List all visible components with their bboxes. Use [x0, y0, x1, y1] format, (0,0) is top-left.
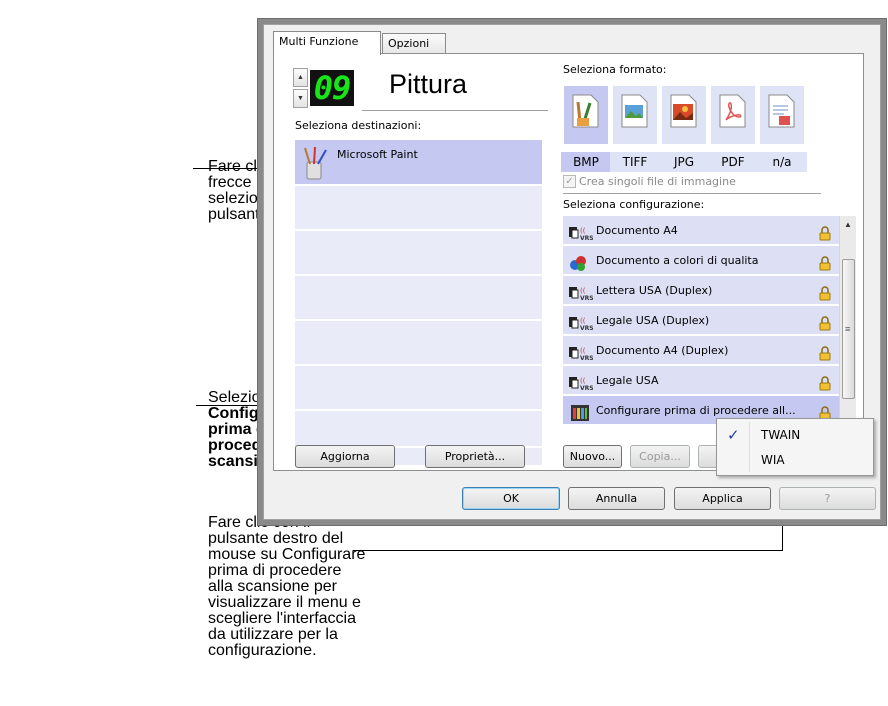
- callout-rightclick: Fare clic con il pulsante destro del mou…: [208, 514, 366, 659]
- svg-text:VRS: VRS: [580, 325, 593, 331]
- format-label-na: n/a: [757, 152, 807, 172]
- spin-up-icon[interactable]: ▲: [293, 68, 308, 87]
- button-number-display: 09: [310, 70, 354, 106]
- format-na[interactable]: [760, 86, 804, 144]
- lock-icon: [819, 403, 831, 421]
- cancel-button[interactable]: Annulla: [568, 487, 665, 510]
- spin-down-icon[interactable]: ▼: [293, 89, 308, 108]
- list-item[interactable]: Microsoft Paint: [295, 140, 542, 186]
- format-label-jpg: JPG: [659, 152, 709, 172]
- scroll-thumb[interactable]: ≡: [842, 259, 855, 399]
- refresh-button[interactable]: Aggiorna: [295, 445, 395, 468]
- list-item[interactable]: Documento a colori di qualita: [563, 246, 839, 275]
- grip-icon: ≡: [845, 324, 851, 334]
- interface-context-menu: ✓ TWAIN WIA: [716, 418, 874, 476]
- list-item[interactable]: ((VRS Documento A4 (Duplex): [563, 336, 839, 365]
- format-separator: [563, 193, 821, 194]
- svg-text:VRS: VRS: [580, 355, 593, 361]
- properties-button[interactable]: Proprietà...: [425, 445, 525, 468]
- new-button[interactable]: Nuovo...: [563, 445, 622, 468]
- paint-icon: [301, 146, 329, 180]
- tab-multi-funzione[interactable]: Multi Funzione: [273, 31, 381, 55]
- format-label-pdf: PDF: [708, 152, 758, 172]
- format-label-bmp: BMP: [561, 152, 611, 172]
- format-tiff[interactable]: [613, 86, 657, 144]
- select-destinations-label: Seleziona destinazioni:: [295, 119, 422, 132]
- format-jpg[interactable]: [662, 86, 706, 144]
- list-item[interactable]: ((VRS Documento A4: [563, 216, 839, 245]
- destination-name: Pittura: [389, 69, 468, 99]
- destination-list[interactable]: Microsoft Paint: [295, 140, 542, 465]
- lock-icon: [819, 223, 831, 241]
- bmp-icon: [570, 94, 600, 128]
- lock-icon: [819, 253, 831, 271]
- format-pdf[interactable]: [711, 86, 755, 144]
- destination-label: Microsoft Paint: [337, 148, 418, 161]
- list-item[interactable]: ((VRS Legale USA: [563, 366, 839, 395]
- leader-line-rightclick-h: [353, 550, 783, 551]
- tab-opzioni[interactable]: Opzioni: [382, 33, 446, 55]
- button-spinner[interactable]: ▲ ▼: [293, 68, 308, 108]
- list-item[interactable]: [295, 278, 542, 321]
- select-config-label: Seleziona configurazione:: [563, 198, 705, 211]
- list-item[interactable]: [295, 323, 542, 366]
- list-item[interactable]: [295, 368, 542, 411]
- ok-button[interactable]: OK: [462, 487, 560, 510]
- lock-icon: [819, 313, 831, 331]
- list-item[interactable]: ((VRS Lettera USA (Duplex): [563, 276, 839, 305]
- pdf-icon: [717, 94, 747, 128]
- jpg-icon: [668, 94, 698, 128]
- svg-text:VRS: VRS: [580, 385, 593, 391]
- list-item[interactable]: [295, 413, 542, 448]
- configuration-list[interactable]: ((VRS Documento A4 Documento a colori di…: [563, 216, 839, 442]
- tab-panel: ▲ ▼ 09 Pittura Seleziona destinazioni: M…: [273, 53, 864, 471]
- single-image-label: Crea singoli file di immagine: [579, 175, 736, 188]
- svg-text:((: ((: [580, 347, 586, 355]
- menu-item-twain[interactable]: ✓ TWAIN: [717, 423, 873, 448]
- svg-text:VRS: VRS: [580, 295, 593, 301]
- lock-icon: [819, 343, 831, 361]
- tiff-icon: [619, 94, 649, 128]
- text-doc-icon: [766, 94, 796, 128]
- format-label-tiff: TIFF: [610, 152, 660, 172]
- svg-text:VRS: VRS: [580, 235, 593, 241]
- list-item[interactable]: [295, 233, 542, 276]
- svg-text:((: ((: [580, 287, 586, 295]
- copy-button[interactable]: Copia...: [630, 445, 690, 468]
- lock-icon: [819, 283, 831, 301]
- single-image-checkbox[interactable]: ✓: [563, 175, 576, 188]
- svg-text:((: ((: [580, 317, 586, 325]
- menu-item-wia[interactable]: WIA: [717, 448, 873, 473]
- svg-text:((: ((: [580, 227, 586, 235]
- config-scrollbar[interactable]: ▲ ≡ ▼: [839, 216, 856, 442]
- svg-text:((: ((: [580, 377, 586, 385]
- help-button[interactable]: ?: [779, 487, 876, 510]
- select-format-label: Seleziona formato:: [563, 63, 667, 76]
- list-item[interactable]: [295, 188, 542, 231]
- lock-icon: [819, 373, 831, 391]
- check-icon: ✓: [727, 426, 740, 444]
- list-item[interactable]: ((VRS Legale USA (Duplex): [563, 306, 839, 335]
- format-bmp[interactable]: [564, 86, 608, 144]
- scroll-up-icon[interactable]: ▲: [844, 220, 852, 229]
- name-underline: [362, 110, 548, 111]
- apply-button[interactable]: Applica: [674, 487, 771, 510]
- configure-icon: [571, 403, 589, 432]
